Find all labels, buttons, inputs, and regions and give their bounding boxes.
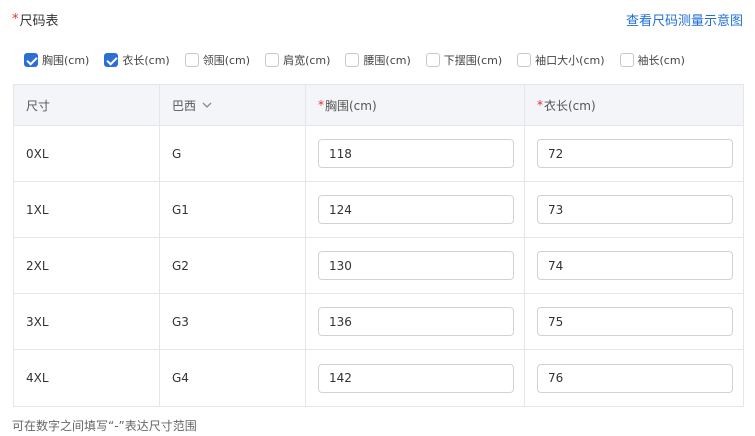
measurement-guide-link[interactable]: 查看尺码测量示意图 xyxy=(626,10,743,29)
checkbox-box[interactable] xyxy=(104,53,119,67)
checkbox-shoulder[interactable]: 肩宽(cm) xyxy=(265,52,330,68)
length-input[interactable]: 73 xyxy=(537,195,733,224)
cell-standard: G3 xyxy=(160,294,306,349)
checkbox-cuff[interactable]: 袖口大小(cm) xyxy=(517,52,605,68)
chest-input[interactable]: 136 xyxy=(318,307,514,336)
checkbox-label: 袖长(cm) xyxy=(637,54,685,67)
checkbox-length[interactable]: 衣长(cm) xyxy=(104,52,170,68)
size-chart-header: * 尺码表 查看尺码测量示意图 xyxy=(12,9,743,29)
table-header-row: 尺寸 巴西 * 胸围(cm) * 衣长(cm) xyxy=(14,85,743,126)
required-mark: * xyxy=(318,98,324,112)
title-text: 尺码表 xyxy=(19,13,59,29)
cell-chest: 142 xyxy=(306,350,525,406)
cell-size: 0XL xyxy=(14,126,160,181)
measurement-checkbox-group: 胸围(cm) 衣长(cm) 领围(cm) 肩宽(cm) 腰围(cm) 下摆围(c… xyxy=(24,51,700,69)
header-chest-label: 胸围(cm) xyxy=(325,98,377,113)
checkbox-chest[interactable]: 胸围(cm) xyxy=(24,52,89,68)
table-row: 1XL G1 124 73 xyxy=(14,182,743,238)
checkbox-waist[interactable]: 腰围(cm) xyxy=(345,52,411,68)
checkbox-label: 下摆围(cm) xyxy=(443,54,503,67)
checkbox-box[interactable] xyxy=(265,53,280,67)
length-input[interactable]: 75 xyxy=(537,307,733,336)
range-hint: 可在数字之间填写“-”表达尺寸范围 xyxy=(12,419,197,433)
checkbox-box[interactable] xyxy=(184,53,199,67)
cell-chest: 130 xyxy=(306,238,525,293)
cell-standard: G2 xyxy=(160,238,306,293)
header-size: 尺寸 xyxy=(14,85,160,125)
checkbox-hem[interactable]: 下摆围(cm) xyxy=(425,52,503,68)
checkbox-label: 胸围(cm) xyxy=(42,54,90,67)
cell-chest: 136 xyxy=(306,294,525,349)
header-length: * 衣长(cm) xyxy=(525,85,743,125)
table-row: 4XL G4 142 76 xyxy=(14,350,743,406)
cell-size: 1XL xyxy=(14,182,160,237)
table-row: 0XL G 118 72 xyxy=(14,126,743,182)
cell-size: 4XL xyxy=(14,350,160,406)
size-chart-panel: * 尺码表 查看尺码测量示意图 胸围(cm) 衣长(cm) 领围(cm) 肩宽(… xyxy=(0,0,755,436)
checkbox-box[interactable] xyxy=(425,53,440,67)
header-chest: * 胸围(cm) xyxy=(306,85,525,125)
size-table: 尺寸 巴西 * 胸围(cm) * 衣长(cm) 0XL G 118 72 1XL… xyxy=(13,84,744,407)
cell-length: 76 xyxy=(525,350,743,406)
cell-size: 3XL xyxy=(14,294,160,349)
cell-chest: 124 xyxy=(306,182,525,237)
chest-input[interactable]: 142 xyxy=(318,363,514,393)
checkbox-collar[interactable]: 领围(cm) xyxy=(184,52,251,68)
checkbox-label: 袖口大小(cm) xyxy=(535,54,605,67)
checkbox-box[interactable] xyxy=(619,53,634,67)
checkbox-sleeve[interactable]: 袖长(cm) xyxy=(619,52,685,68)
checkbox-box[interactable] xyxy=(24,53,38,67)
length-input[interactable]: 72 xyxy=(537,139,733,168)
header-standard-select[interactable]: 巴西 xyxy=(160,85,306,125)
cell-standard: G4 xyxy=(160,350,306,406)
checkbox-box[interactable] xyxy=(517,53,532,67)
size-chart-title: * 尺码表 xyxy=(12,10,59,29)
checkbox-label: 腰围(cm) xyxy=(363,54,411,67)
chest-input[interactable]: 124 xyxy=(318,195,514,224)
required-mark: * xyxy=(537,98,543,112)
checkbox-label: 衣长(cm) xyxy=(122,54,170,67)
checkbox-label: 领围(cm) xyxy=(202,54,251,67)
header-standard-label: 巴西 xyxy=(172,98,197,113)
chest-input[interactable]: 118 xyxy=(318,139,514,168)
checkbox-box[interactable] xyxy=(345,53,360,67)
cell-standard: G1 xyxy=(160,182,306,237)
header-length-label: 衣长(cm) xyxy=(544,98,596,113)
table-row: 3XL G3 136 75 xyxy=(14,294,743,350)
length-input[interactable]: 74 xyxy=(537,251,733,280)
cell-length: 74 xyxy=(525,238,743,293)
cell-standard: G xyxy=(160,126,306,181)
chevron-down-icon xyxy=(202,102,212,108)
cell-length: 75 xyxy=(525,294,743,349)
cell-chest: 118 xyxy=(306,126,525,181)
required-mark: * xyxy=(12,11,19,27)
cell-length: 72 xyxy=(525,126,743,181)
chest-input[interactable]: 130 xyxy=(318,251,514,280)
table-row: 2XL G2 130 74 xyxy=(14,238,743,294)
cell-length: 73 xyxy=(525,182,743,237)
length-input[interactable]: 76 xyxy=(537,363,733,393)
checkbox-label: 肩宽(cm) xyxy=(283,54,331,67)
cell-size: 2XL xyxy=(14,238,160,293)
